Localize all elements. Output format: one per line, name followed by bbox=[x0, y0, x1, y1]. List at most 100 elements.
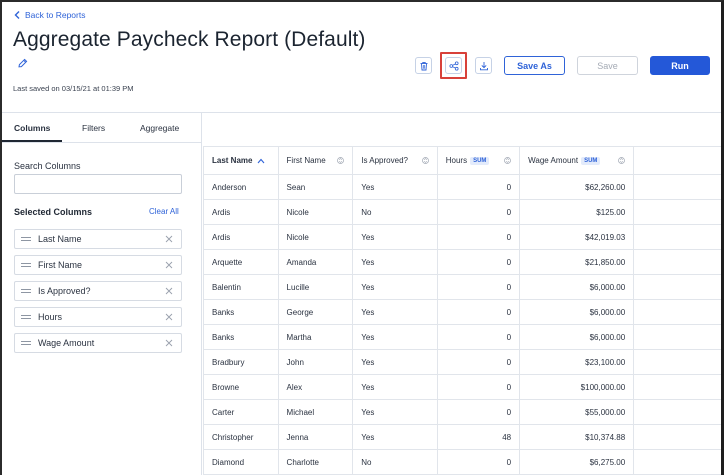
table-cell: Yes bbox=[352, 324, 438, 350]
close-icon[interactable] bbox=[164, 338, 174, 348]
table-cell: Browne bbox=[203, 374, 279, 400]
table-cell: $21,850.00 bbox=[519, 249, 635, 275]
table-cell: George bbox=[277, 299, 354, 325]
table-header-row: Last Name First Name Is Approved? Hours SUM W… bbox=[203, 146, 721, 175]
sort-toggle-icon[interactable] bbox=[337, 156, 345, 165]
table-cell: Balentin bbox=[203, 274, 279, 300]
table-row: Diamond Charlotte No 0 $6,275.00 bbox=[203, 449, 721, 475]
sort-toggle-icon[interactable] bbox=[504, 156, 511, 165]
sort-ascending-icon[interactable] bbox=[257, 158, 265, 164]
close-icon[interactable] bbox=[164, 234, 174, 244]
last-saved-text: Last saved on 03/15/21 at 01:39 PM bbox=[13, 84, 134, 93]
close-icon[interactable] bbox=[164, 260, 174, 270]
table-cell: Yes bbox=[352, 274, 438, 300]
selected-column-label: Last Name bbox=[38, 234, 82, 244]
tab-columns[interactable]: Columns bbox=[14, 123, 50, 133]
table-row: Bradbury John Yes 0 $23,100.00 bbox=[203, 349, 721, 375]
table-cell: 0 bbox=[436, 274, 521, 300]
close-icon[interactable] bbox=[164, 286, 174, 296]
delete-button[interactable] bbox=[415, 57, 432, 74]
table-cell: $42,019.03 bbox=[519, 224, 635, 250]
column-header[interactable]: Hours SUM bbox=[436, 146, 521, 175]
pencil-icon[interactable] bbox=[17, 58, 28, 69]
table-row: Banks Martha Yes 0 $6,000.00 bbox=[203, 324, 721, 350]
selected-columns-label: Selected Columns bbox=[14, 207, 93, 217]
column-header-label: Hours bbox=[445, 156, 468, 165]
table-cell: 0 bbox=[436, 199, 521, 225]
table-cell: Yes bbox=[352, 174, 438, 200]
active-tab-indicator bbox=[2, 140, 62, 142]
drag-handle-icon[interactable] bbox=[21, 315, 31, 319]
table-cell: Diamond bbox=[203, 449, 279, 475]
report-table: Last Name First Name Is Approved? Hours SUM W… bbox=[203, 146, 721, 475]
table-cell: 0 bbox=[436, 374, 521, 400]
search-columns-label: Search Columns bbox=[14, 161, 81, 171]
selected-column-chip[interactable]: Wage Amount bbox=[14, 333, 182, 353]
table-cell: Yes bbox=[352, 299, 438, 325]
app-window: Back to Reports Aggregate Paycheck Repor… bbox=[0, 0, 724, 475]
table-cell: Nicole bbox=[277, 224, 354, 250]
empty-cell bbox=[633, 349, 721, 375]
empty-cell bbox=[633, 399, 721, 425]
table-cell: 0 bbox=[436, 249, 521, 275]
selected-column-chip[interactable]: First Name bbox=[14, 255, 182, 275]
column-header[interactable]: Is Approved? bbox=[352, 146, 438, 175]
table-cell: 0 bbox=[436, 399, 521, 425]
table-cell: Yes bbox=[352, 399, 438, 425]
table-cell: No bbox=[352, 449, 438, 475]
table-row: Carter Michael Yes 0 $55,000.00 bbox=[203, 399, 721, 425]
table-cell: Bradbury bbox=[203, 349, 279, 375]
table-cell: $6,000.00 bbox=[519, 324, 635, 350]
download-icon bbox=[479, 61, 488, 70]
table-cell: Ardis bbox=[203, 199, 279, 225]
back-label: Back to Reports bbox=[25, 10, 86, 20]
search-columns-input[interactable] bbox=[14, 174, 182, 194]
table-cell: 0 bbox=[436, 299, 521, 325]
table-cell: Yes bbox=[352, 424, 438, 450]
table-cell: Arquette bbox=[203, 249, 279, 275]
empty-cell bbox=[633, 274, 721, 300]
table-cell: No bbox=[352, 199, 438, 225]
table-cell: Banks bbox=[203, 299, 279, 325]
table-cell: 0 bbox=[436, 449, 521, 475]
chevron-left-icon bbox=[14, 11, 20, 19]
save-as-button[interactable]: Save As bbox=[504, 56, 565, 75]
table-cell: $62,260.00 bbox=[519, 174, 635, 200]
drag-handle-icon[interactable] bbox=[21, 341, 31, 345]
table-row: Balentin Lucille Yes 0 $6,000.00 bbox=[203, 274, 721, 300]
tab-aggregate[interactable]: Aggregate bbox=[140, 123, 179, 133]
column-header[interactable]: Last Name bbox=[203, 146, 279, 175]
table-cell: Alex bbox=[277, 374, 354, 400]
empty-cell bbox=[633, 224, 721, 250]
sort-toggle-icon[interactable] bbox=[421, 156, 429, 165]
table-cell: $10,374.88 bbox=[519, 424, 635, 450]
drag-handle-icon[interactable] bbox=[21, 237, 31, 241]
table-cell: 0 bbox=[436, 224, 521, 250]
table-row: Banks George Yes 0 $6,000.00 bbox=[203, 299, 721, 325]
selected-column-label: First Name bbox=[38, 260, 83, 270]
column-header[interactable]: First Name bbox=[277, 146, 354, 175]
selected-column-chip[interactable]: Last Name bbox=[14, 229, 182, 249]
selected-column-label: Wage Amount bbox=[38, 338, 95, 348]
selected-column-chip[interactable]: Is Approved? bbox=[14, 281, 182, 301]
column-header[interactable]: Wage Amount SUM bbox=[519, 146, 635, 175]
table-cell: Yes bbox=[352, 249, 438, 275]
drag-handle-icon[interactable] bbox=[21, 289, 31, 293]
selected-column-label: Is Approved? bbox=[38, 286, 91, 296]
sidebar-panel: Columns Filters Aggregate Search Columns… bbox=[2, 113, 202, 475]
drag-handle-icon[interactable] bbox=[21, 263, 31, 267]
close-icon[interactable] bbox=[164, 312, 174, 322]
empty-cell bbox=[633, 299, 721, 325]
sidebar-tabs: Columns Filters Aggregate bbox=[2, 113, 202, 143]
selected-column-label: Hours bbox=[38, 312, 63, 322]
clear-all-link[interactable]: Clear All bbox=[149, 207, 179, 216]
run-button[interactable]: Run bbox=[650, 56, 710, 75]
save-button[interactable]: Save bbox=[577, 56, 638, 75]
table-cell: Carter bbox=[203, 399, 279, 425]
selected-column-chip[interactable]: Hours bbox=[14, 307, 182, 327]
sort-toggle-icon[interactable] bbox=[618, 156, 626, 165]
table-cell: $23,100.00 bbox=[519, 349, 635, 375]
download-button[interactable] bbox=[475, 57, 492, 74]
tab-filters[interactable]: Filters bbox=[82, 123, 105, 133]
back-to-reports-link[interactable]: Back to Reports bbox=[14, 10, 85, 20]
